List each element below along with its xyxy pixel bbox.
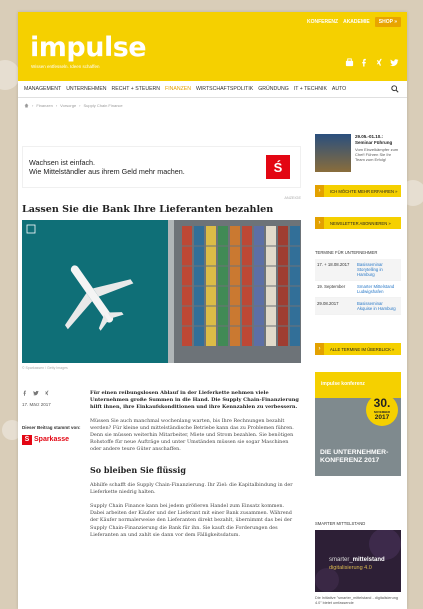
smarter-description: Die Initiative "smarter_mittelstand - di… <box>315 596 399 605</box>
breadcrumb-vorsorge[interactable]: Vorsorge <box>60 103 76 108</box>
sponsor-logo[interactable]: Ś Sparkasse <box>22 434 84 445</box>
newsletter-button[interactable]: › NEWSLETTER ABONNIEREN » <box>315 217 401 229</box>
article-paragraph: Müssen Sie auch manchmal wochenlang wart… <box>90 417 294 453</box>
facebook-share-icon[interactable] <box>22 390 28 396</box>
arrow-right-icon: › <box>315 217 324 229</box>
top-link-akademie[interactable]: AKADEMIE <box>343 19 370 25</box>
search-icon[interactable] <box>391 85 399 93</box>
top-links: KONFERENZ AKADEMIE SHOP » <box>307 17 401 27</box>
nav-item-gruendung[interactable]: GRÜNDUNG <box>258 86 289 92</box>
top-link-konferenz[interactable]: KONFERENZ <box>307 19 338 25</box>
article-paragraph: Abhilfe schafft die Supply Chain-Finanzi… <box>90 481 293 495</box>
article-subheading: So bleiben Sie flüssig <box>90 464 186 475</box>
social-links <box>345 58 399 67</box>
seminar-description: Vom Einzelkämpfer zum Chef! Führen Sie I… <box>355 147 399 162</box>
sparkasse-banner-ad[interactable]: Wachsen ist einfach. Wie Mittelständler … <box>22 146 301 188</box>
smarter-wordmark-a: smarter_ <box>329 557 353 563</box>
sponsor-name: Sparkasse <box>34 436 70 443</box>
seminar-image <box>315 134 351 172</box>
sponsor-label: Dieser Beitrag stammt von: <box>22 425 81 430</box>
termine-heading: TERMINE FÜR UNTERNEHMER <box>315 250 378 255</box>
breadcrumb-separator: › <box>32 103 34 108</box>
breadcrumb-separator: › <box>79 103 81 108</box>
seminar-teaser[interactable]: 29.05.-01.10.: Seminar Führung Vom Einze… <box>315 131 401 201</box>
site-header: KONFERENZ AKADEMIE SHOP » impulse Wissen… <box>18 12 407 81</box>
nav-item-it-technik[interactable]: IT + TECHNIK <box>294 86 327 92</box>
termine-row[interactable]: 29.08.2017 Basisseminar Akquise in Hambu… <box>315 298 401 315</box>
konferenz-year: 2017 <box>374 414 390 421</box>
arrow-right-icon: › <box>315 185 324 197</box>
termine-title-link[interactable]: Basisseminar Akquise in Hamburg <box>355 298 401 314</box>
nav-item-unternehmen[interactable]: UNTERNEHMEN <box>66 86 106 92</box>
article-meta: 17. März 2017 Dieser Beitrag stammt von:… <box>22 390 84 445</box>
xing-share-icon[interactable] <box>44 390 50 396</box>
termine-row[interactable]: 17. + 18.08.2017 Basisseminar Storytelli… <box>315 259 401 281</box>
sparkasse-logo: Ś <box>266 155 290 179</box>
web-page: KONFERENZ AKADEMIE SHOP » impulse Wissen… <box>18 12 407 609</box>
xing-icon[interactable] <box>375 58 384 67</box>
all-termine-button[interactable]: › ALLE TERMINE IM ÜBERBLICK » <box>315 343 401 355</box>
share-row <box>22 390 84 396</box>
seminar-title: 29.05.-01.10.: Seminar Führung <box>355 134 393 145</box>
site-tagline: Wissen entfesseln. Ideen schaffen <box>31 64 100 69</box>
termine-title-link[interactable]: Basisseminar Storytelling in Hamburg <box>355 259 401 280</box>
nav-item-recht-steuern[interactable]: RECHT + STEUERN <box>112 86 160 92</box>
home-icon[interactable] <box>24 103 29 108</box>
facebook-icon[interactable] <box>360 58 369 67</box>
newsletter-label: NEWSLETTER ABONNIEREN » <box>330 220 391 226</box>
konferenz-day: 30. <box>373 396 391 410</box>
konferenz-date-badge: 30. NOVEMBER 2017 <box>366 394 398 426</box>
twitter-icon[interactable] <box>390 58 399 67</box>
breadcrumb-current: Supply Chain Finance <box>83 103 123 108</box>
background-bokeh <box>0 60 20 90</box>
smarter-heading: SMARTER MITTELSTAND <box>315 521 366 526</box>
smarter-wordmark-b: mittelstand <box>352 557 385 563</box>
termine-title-link[interactable]: Smarter Mittelstand Ludwigshafen <box>355 281 401 297</box>
konferenz-logo: impulse konferenz <box>321 381 365 387</box>
konferenz-title: DIE UNTERNEHMER-KONFERENZ 2017 <box>320 449 389 464</box>
article-hero-image <box>22 220 301 363</box>
breadcrumb: › Finanzen › Vorsorge › Supply Chain Fin… <box>24 103 123 108</box>
arrow-right-icon: › <box>315 343 324 355</box>
termine-list: 17. + 18.08.2017 Basisseminar Storytelli… <box>315 259 401 315</box>
banner-line-2: Wie Mittelständler aus ihrem Geld mehr m… <box>29 167 185 176</box>
konferenz-ad[interactable]: impulse konferenz 30. NOVEMBER 2017 DIE … <box>315 372 401 476</box>
main-navigation: MANAGEMENT UNTERNEHMEN RECHT + STEUERN F… <box>18 81 407 98</box>
app-icon[interactable] <box>345 58 354 67</box>
konferenz-ad-header: impulse konferenz <box>315 372 401 398</box>
termine-row[interactable]: 19. September Smarter Mittelstand Ludwig… <box>315 281 401 298</box>
nav-item-finanzen[interactable]: FINANZEN <box>165 86 191 92</box>
smarter-mittelstand-ad[interactable]: smarter_mittelstand digitalisierung 4.0 <box>315 530 401 592</box>
seminar-more-label: ICH MÖCHTE MEHR ERFAHREN » <box>330 188 398 194</box>
twitter-share-icon[interactable] <box>33 390 39 396</box>
nav-item-management[interactable]: MANAGEMENT <box>24 86 61 92</box>
banner-line-1: Wachsen ist einfach. <box>29 158 96 167</box>
termine-date: 17. + 18.08.2017 <box>317 262 350 267</box>
breadcrumb-separator: › <box>55 103 58 108</box>
smarter-wordmark: smarter_mittelstand <box>329 557 385 563</box>
termine-date: 29.08.2017 <box>317 301 339 306</box>
ad-label: ANZEIGE <box>284 196 301 200</box>
article-paragraph: Supply Chain Finance kann bei jedem größ… <box>90 503 293 538</box>
nav-item-auto[interactable]: AUTO <box>332 86 346 92</box>
sparkasse-mark-icon: Ś <box>22 434 32 445</box>
termine-date: 19. September <box>317 284 346 289</box>
all-termine-label: ALLE TERMINE IM ÜBERBLICK » <box>330 346 395 352</box>
nav-item-wirtschaftspolitik[interactable]: WIRTSCHAFTSPOLITIK <box>196 86 253 92</box>
article-body: Für einen reibungslosen Ablauf in der Li… <box>90 390 300 539</box>
airport-aerial-image <box>22 220 301 363</box>
shop-button[interactable]: SHOP » <box>374 17 401 27</box>
article-lead: Für einen reibungslosen Ablauf in der Li… <box>90 390 299 411</box>
site-logo[interactable]: impulse <box>30 34 147 61</box>
banner-text: Wachsen ist einfach. Wie Mittelständler … <box>29 158 185 176</box>
smarter-subline: digitalisierung 4.0 <box>329 565 372 571</box>
article-headline: Lassen Sie die Bank Ihre Lieferanten bez… <box>22 204 274 215</box>
image-credit: © Sparkassen / Getty Images <box>22 366 68 370</box>
breadcrumb-finanzen[interactable]: Finanzen <box>36 103 52 108</box>
article-date: 17. März 2017 <box>22 402 51 407</box>
seminar-more-button[interactable]: › ICH MÖCHTE MEHR ERFAHREN » <box>315 185 401 197</box>
